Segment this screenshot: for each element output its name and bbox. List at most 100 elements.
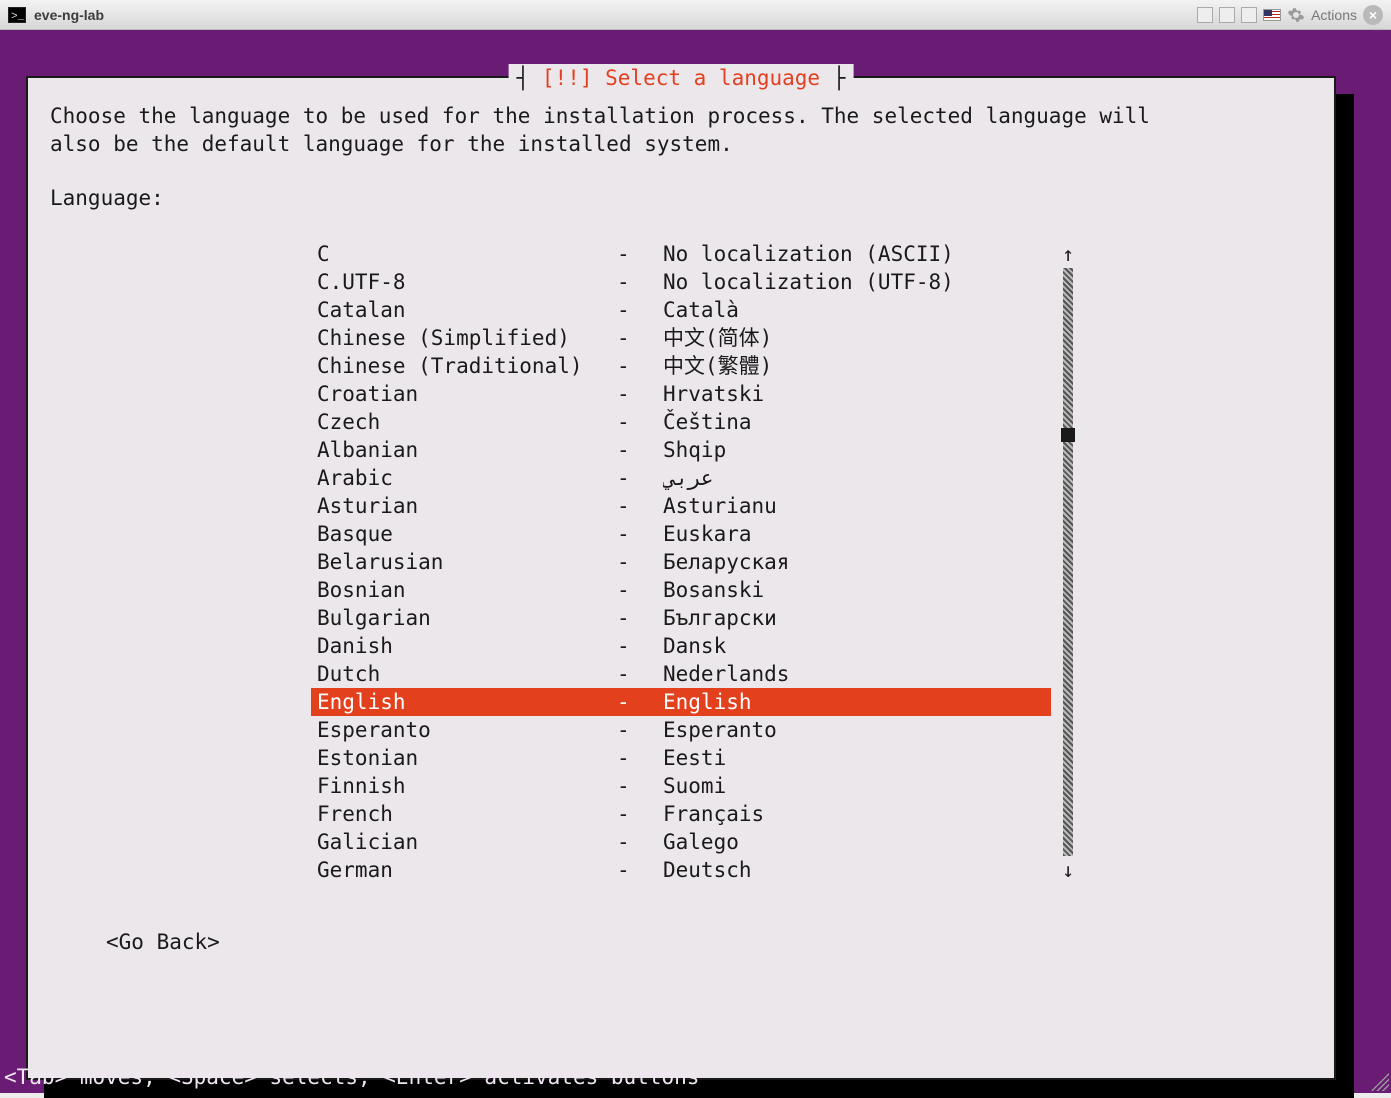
title-bracket-left: ┤ <box>517 66 542 90</box>
language-name: Galician <box>317 828 617 856</box>
language-row[interactable]: Arabic-عربي <box>311 464 1051 492</box>
dialog-title: ┤ [!!] Select a language ├ <box>509 64 854 92</box>
language-native: No localization (UTF-8) <box>663 268 1051 296</box>
language-native: Galego <box>663 828 1051 856</box>
separator: - <box>617 296 663 324</box>
language-row[interactable]: Chinese (Traditional)-中文(繁體) <box>311 352 1051 380</box>
window-titlebar: >_ eve-ng-lab Actions × <box>0 0 1391 30</box>
language-row[interactable]: Belarusian-Беларуская <box>311 548 1051 576</box>
separator: - <box>617 240 663 268</box>
language-name: French <box>317 800 617 828</box>
separator: - <box>617 520 663 548</box>
language-row[interactable]: Bosnian-Bosanski <box>311 576 1051 604</box>
select-language-dialog: ┤ [!!] Select a language ├ Choose the la… <box>26 76 1336 1080</box>
separator: - <box>617 352 663 380</box>
language-row[interactable]: English-English <box>311 688 1051 716</box>
language-native: Asturianu <box>663 492 1051 520</box>
separator: - <box>617 660 663 688</box>
scrollbar[interactable]: ↑ ↓ <box>1059 240 1077 884</box>
hint-bar: <Tab> moves; <Space> selects; <Enter> ac… <box>0 1061 1391 1093</box>
language-name: Dutch <box>317 660 617 688</box>
separator: - <box>617 716 663 744</box>
dialog-instructions: Choose the language to be used for the i… <box>50 102 1312 158</box>
language-row[interactable]: Bulgarian-Български <box>311 604 1051 632</box>
language-name: Esperanto <box>317 716 617 744</box>
language-row[interactable]: C-No localization (ASCII) <box>311 240 1051 268</box>
language-name: Albanian <box>317 436 617 464</box>
window-title: eve-ng-lab <box>34 7 104 23</box>
flag-us-icon <box>1263 9 1281 21</box>
separator: - <box>617 464 663 492</box>
scroll-down-icon[interactable]: ↓ <box>1062 856 1074 884</box>
language-row[interactable]: Basque-Euskara <box>311 520 1051 548</box>
language-row[interactable]: Galician-Galego <box>311 828 1051 856</box>
language-row[interactable]: Danish-Dansk <box>311 632 1051 660</box>
language-native: Euskara <box>663 520 1051 548</box>
language-row[interactable]: Finnish-Suomi <box>311 772 1051 800</box>
svg-text:>_: >_ <box>11 11 25 23</box>
separator: - <box>617 688 663 716</box>
go-back-button[interactable]: <Go Back> <box>106 928 1312 956</box>
language-name: Asturian <box>317 492 617 520</box>
language-name: Chinese (Simplified) <box>317 324 617 352</box>
window-button-2[interactable] <box>1219 7 1235 23</box>
language-native: Беларуская <box>663 548 1051 576</box>
language-row[interactable]: Catalan-Català <box>311 296 1051 324</box>
scroll-up-icon[interactable]: ↑ <box>1062 240 1074 268</box>
language-name: Bosnian <box>317 576 617 604</box>
separator: - <box>617 492 663 520</box>
language-row[interactable]: C.UTF-8-No localization (UTF-8) <box>311 268 1051 296</box>
language-list[interactable]: C-No localization (ASCII)C.UTF-8-No loca… <box>311 240 1051 884</box>
field-label: Language: <box>50 184 1312 212</box>
separator: - <box>617 632 663 660</box>
language-native: Esperanto <box>663 716 1051 744</box>
language-name: English <box>317 688 617 716</box>
separator: - <box>617 436 663 464</box>
language-name: Czech <box>317 408 617 436</box>
language-native: Deutsch <box>663 856 1051 884</box>
separator: - <box>617 408 663 436</box>
separator: - <box>617 268 663 296</box>
language-native: 中文(简体) <box>663 324 1051 352</box>
window-button-1[interactable] <box>1197 7 1213 23</box>
language-native: Bosanski <box>663 576 1051 604</box>
language-name: Chinese (Traditional) <box>317 352 617 380</box>
title-text: Select a language <box>605 66 820 90</box>
separator: - <box>617 828 663 856</box>
separator: - <box>617 856 663 884</box>
language-row[interactable]: German-Deutsch <box>311 856 1051 884</box>
language-native: English <box>663 688 1051 716</box>
window-button-3[interactable] <box>1241 7 1257 23</box>
language-row[interactable]: Albanian-Shqip <box>311 436 1051 464</box>
language-row[interactable]: Croatian-Hrvatski <box>311 380 1051 408</box>
language-name: Finnish <box>317 772 617 800</box>
language-row[interactable]: Chinese (Simplified)-中文(简体) <box>311 324 1051 352</box>
language-name: Bulgarian <box>317 604 617 632</box>
scroll-thumb[interactable] <box>1061 428 1075 442</box>
language-name: Catalan <box>317 296 617 324</box>
console-area: ┤ [!!] Select a language ├ Choose the la… <box>0 30 1391 1093</box>
language-row[interactable]: French-Français <box>311 800 1051 828</box>
separator: - <box>617 800 663 828</box>
language-row[interactable]: Estonian-Eesti <box>311 744 1051 772</box>
language-native: عربي <box>663 464 1051 492</box>
resize-grip-icon[interactable] <box>1371 1073 1389 1091</box>
title-bracket-right: ├ <box>833 66 846 90</box>
language-name: C.UTF-8 <box>317 268 617 296</box>
separator: - <box>617 324 663 352</box>
language-name: Arabic <box>317 464 617 492</box>
language-row[interactable]: Asturian-Asturianu <box>311 492 1051 520</box>
language-row[interactable]: Esperanto-Esperanto <box>311 716 1051 744</box>
language-row[interactable]: Dutch-Nederlands <box>311 660 1051 688</box>
actions-label[interactable]: Actions <box>1311 7 1357 23</box>
language-native: Dansk <box>663 632 1051 660</box>
language-native: Eesti <box>663 744 1051 772</box>
language-name: Estonian <box>317 744 617 772</box>
close-icon[interactable]: × <box>1363 5 1383 25</box>
language-native: Nederlands <box>663 660 1051 688</box>
language-name: Basque <box>317 520 617 548</box>
language-row[interactable]: Czech-Čeština <box>311 408 1051 436</box>
gear-icon[interactable] <box>1287 6 1305 24</box>
scroll-track[interactable] <box>1063 268 1073 856</box>
language-name: Croatian <box>317 380 617 408</box>
